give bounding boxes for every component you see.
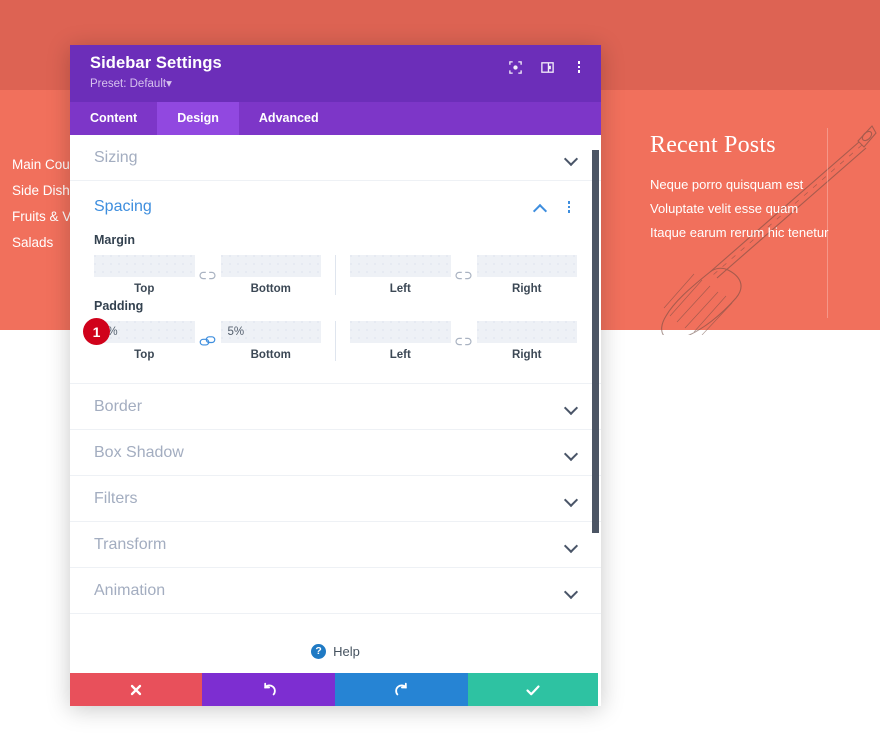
link-linked-icon[interactable] (195, 330, 221, 352)
section-border[interactable]: Border (70, 384, 601, 430)
preset-selector[interactable]: Preset: Default▾ (90, 76, 585, 90)
modal-scroll-area: Sizing Spacing Margin Top Bottom Left Ri… (70, 135, 601, 673)
padding-horizontal-pair: Left Right (335, 321, 577, 361)
margin-bottom-input[interactable] (220, 255, 321, 277)
padding-inputs: 1 Top (83, 318, 577, 361)
padding-bottom-label: Bottom (250, 349, 291, 361)
padding-label: Padding (94, 299, 144, 313)
section-filters[interactable]: Filters (70, 476, 601, 522)
more-vertical-icon[interactable] (561, 199, 577, 215)
margin-top-cell: Top (94, 255, 195, 295)
margin-horizontal-pair: Left Right (335, 255, 577, 295)
padding-top-label: Top (134, 349, 155, 361)
section-box-shadow[interactable]: Box Shadow (70, 430, 601, 476)
padding-left-input[interactable] (350, 321, 451, 343)
modal-header: Sidebar Settings Preset: Default▾ (70, 45, 601, 102)
padding-vertical-pair: 1 Top (83, 318, 321, 361)
help-question-icon: ? (311, 643, 327, 659)
redo-button[interactable] (335, 673, 468, 706)
margin-field-group: Margin Top Bottom Left Right (94, 233, 577, 295)
help-label: Help (333, 643, 360, 659)
section-filters-label: Filters (94, 489, 138, 507)
cancel-button[interactable] (70, 673, 202, 706)
recent-post-link-1[interactable]: Neque porro quisquam est (650, 173, 880, 197)
help-row[interactable]: ? Help (70, 614, 601, 673)
margin-inputs: Top Bottom Left Right (94, 255, 577, 295)
recent-posts-title: Recent Posts (650, 132, 776, 158)
chevron-down-icon (565, 495, 578, 503)
margin-left-input[interactable] (350, 255, 451, 277)
section-animation-label: Animation (94, 581, 166, 599)
focus-target-icon[interactable] (507, 59, 523, 75)
link-unlinked-icon[interactable] (195, 264, 221, 286)
margin-left-cell: Left (350, 255, 451, 295)
padding-bottom-cell: Bottom (220, 321, 321, 361)
margin-top-label: Top (134, 283, 155, 295)
section-spacing-header[interactable]: Spacing (94, 181, 577, 233)
more-vertical-icon[interactable] (571, 59, 587, 75)
section-animation[interactable]: Animation (70, 568, 601, 614)
margin-top-input[interactable] (94, 255, 195, 277)
save-button[interactable] (468, 673, 598, 706)
padding-left-label: Left (389, 349, 411, 361)
padding-field-group: Padding 1 Top (83, 299, 577, 361)
section-transform[interactable]: Transform (70, 522, 601, 568)
undo-button[interactable] (202, 673, 335, 706)
recent-post-link-2[interactable]: Voluptate velit esse quam (650, 197, 880, 221)
section-transform-label: Transform (94, 535, 167, 553)
margin-bottom-label: Bottom (250, 283, 291, 295)
tab-content[interactable]: Content (70, 102, 157, 135)
section-box-shadow-label: Box Shadow (94, 443, 184, 461)
tab-advanced[interactable]: Advanced (239, 102, 339, 135)
margin-bottom-cell: Bottom (220, 255, 321, 295)
chevron-down-icon (565, 403, 578, 411)
padding-right-label: Right (512, 349, 542, 361)
modal-scrollbar-thumb[interactable] (592, 150, 599, 533)
section-spacing-label: Spacing (94, 198, 152, 215)
modal-body: Sizing Spacing Margin Top Bottom Left Ri… (70, 135, 601, 673)
section-sizing[interactable]: Sizing (70, 135, 601, 181)
padding-top-cell: 1 Top (83, 318, 195, 361)
tab-design[interactable]: Design (157, 102, 239, 135)
sidebar-settings-modal: Sidebar Settings Preset: Default▾ Conten… (70, 45, 601, 706)
layout-panel-icon[interactable] (539, 59, 555, 75)
preset-caret-icon: ▾ (166, 78, 172, 90)
section-spacing: Spacing Margin Top Bottom Left Right Pad… (70, 181, 601, 384)
margin-left-label: Left (389, 283, 411, 295)
padding-right-input[interactable] (476, 321, 577, 343)
section-border-label: Border (94, 397, 143, 415)
link-unlinked-icon[interactable] (451, 264, 477, 286)
link-unlinked-icon[interactable] (451, 330, 477, 352)
margin-right-label: Right (512, 283, 542, 295)
recent-post-link-3[interactable]: Itaque earum rerum hic tenetur (650, 221, 880, 245)
chevron-down-icon (565, 449, 578, 457)
section-sizing-label: Sizing (94, 148, 138, 166)
padding-left-cell: Left (350, 321, 451, 361)
modal-tab-bar: Content Design Advanced (70, 102, 601, 135)
chevron-down-icon (565, 154, 578, 162)
modal-action-bar (70, 673, 601, 706)
annotation-badge-1: 1 (83, 318, 110, 345)
section-spacing-controls (534, 199, 577, 215)
chevron-up-icon[interactable] (534, 203, 547, 211)
chevron-down-icon (565, 587, 578, 595)
preset-label: Preset: Default (90, 78, 167, 90)
margin-label: Margin (94, 233, 135, 247)
margin-right-cell: Right (476, 255, 577, 295)
site-recent-posts-widget: Recent Posts Neque porro quisquam est Vo… (650, 132, 880, 245)
chevron-down-icon (565, 541, 578, 549)
margin-right-input[interactable] (476, 255, 577, 277)
padding-right-cell: Right (476, 321, 577, 361)
modal-header-icons (507, 59, 587, 75)
margin-vertical-pair: Top Bottom (94, 255, 321, 295)
padding-bottom-input[interactable] (220, 321, 321, 343)
